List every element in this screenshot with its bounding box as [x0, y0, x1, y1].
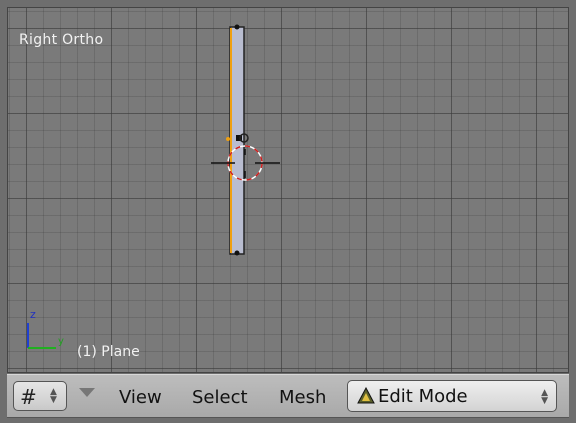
axis-gizmo: z y [27, 308, 64, 349]
plane-mesh[interactable] [226, 24, 249, 256]
3d-view-window: Right Ortho (1) Plane z y # ▲ ▼ View Sel… [0, 0, 576, 423]
axis-y-label: y [58, 336, 64, 347]
menu-select[interactable]: Select [192, 387, 248, 408]
3d-viewport[interactable]: Right Ortho (1) Plane z y [7, 7, 569, 373]
mode-select[interactable]: Edit Mode ▲ ▼ [347, 380, 557, 412]
mode-label: Edit Mode [378, 386, 468, 407]
collapse-menu-triangle-icon[interactable] [79, 388, 95, 397]
up-down-arrows-icon: ▲ ▼ [50, 387, 57, 405]
menu-view[interactable]: View [119, 387, 162, 408]
3d-cursor[interactable] [211, 145, 280, 181]
menu-mesh[interactable]: Mesh [279, 387, 326, 408]
editor-type-button[interactable]: # ▲ ▼ [13, 381, 67, 411]
up-down-arrows-icon: ▲ ▼ [541, 388, 548, 406]
vertex-bottom [234, 250, 240, 256]
selected-vertex [226, 137, 230, 141]
vertex-top [234, 24, 240, 30]
edit-mode-icon [357, 387, 375, 404]
grid-icon: # [20, 385, 37, 409]
axis-z-label: z [30, 308, 36, 321]
scene-overlay: z y [27, 24, 280, 349]
3d-view-header: # ▲ ▼ View Select Mesh Edit Mode ▲ ▼ [7, 374, 569, 418]
